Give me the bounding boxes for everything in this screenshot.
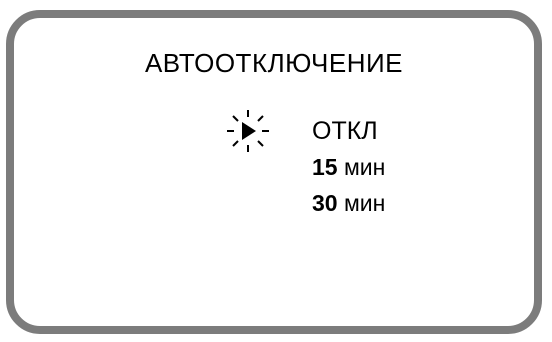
menu-item-number: 15: [312, 154, 338, 180]
menu-item-off[interactable]: ОТКЛ: [312, 117, 378, 146]
menu-item-unit: мин: [343, 190, 386, 216]
lcd-screen: АВТООТКЛЮЧЕНИЕ ОТКЛ 15 мин 30 мин: [6, 10, 542, 334]
auto-off-menu: ОТКЛ 15 мин 30 мин: [14, 18, 534, 326]
menu-item-label: ОТКЛ: [312, 117, 378, 145]
menu-item-number: 30: [312, 190, 338, 216]
menu-item-15-min[interactable]: 15 мин: [312, 154, 385, 181]
blinking-arrow-icon: [227, 110, 269, 152]
menu-item-unit: мин: [343, 154, 386, 180]
menu-item-30-min[interactable]: 30 мин: [312, 190, 385, 217]
